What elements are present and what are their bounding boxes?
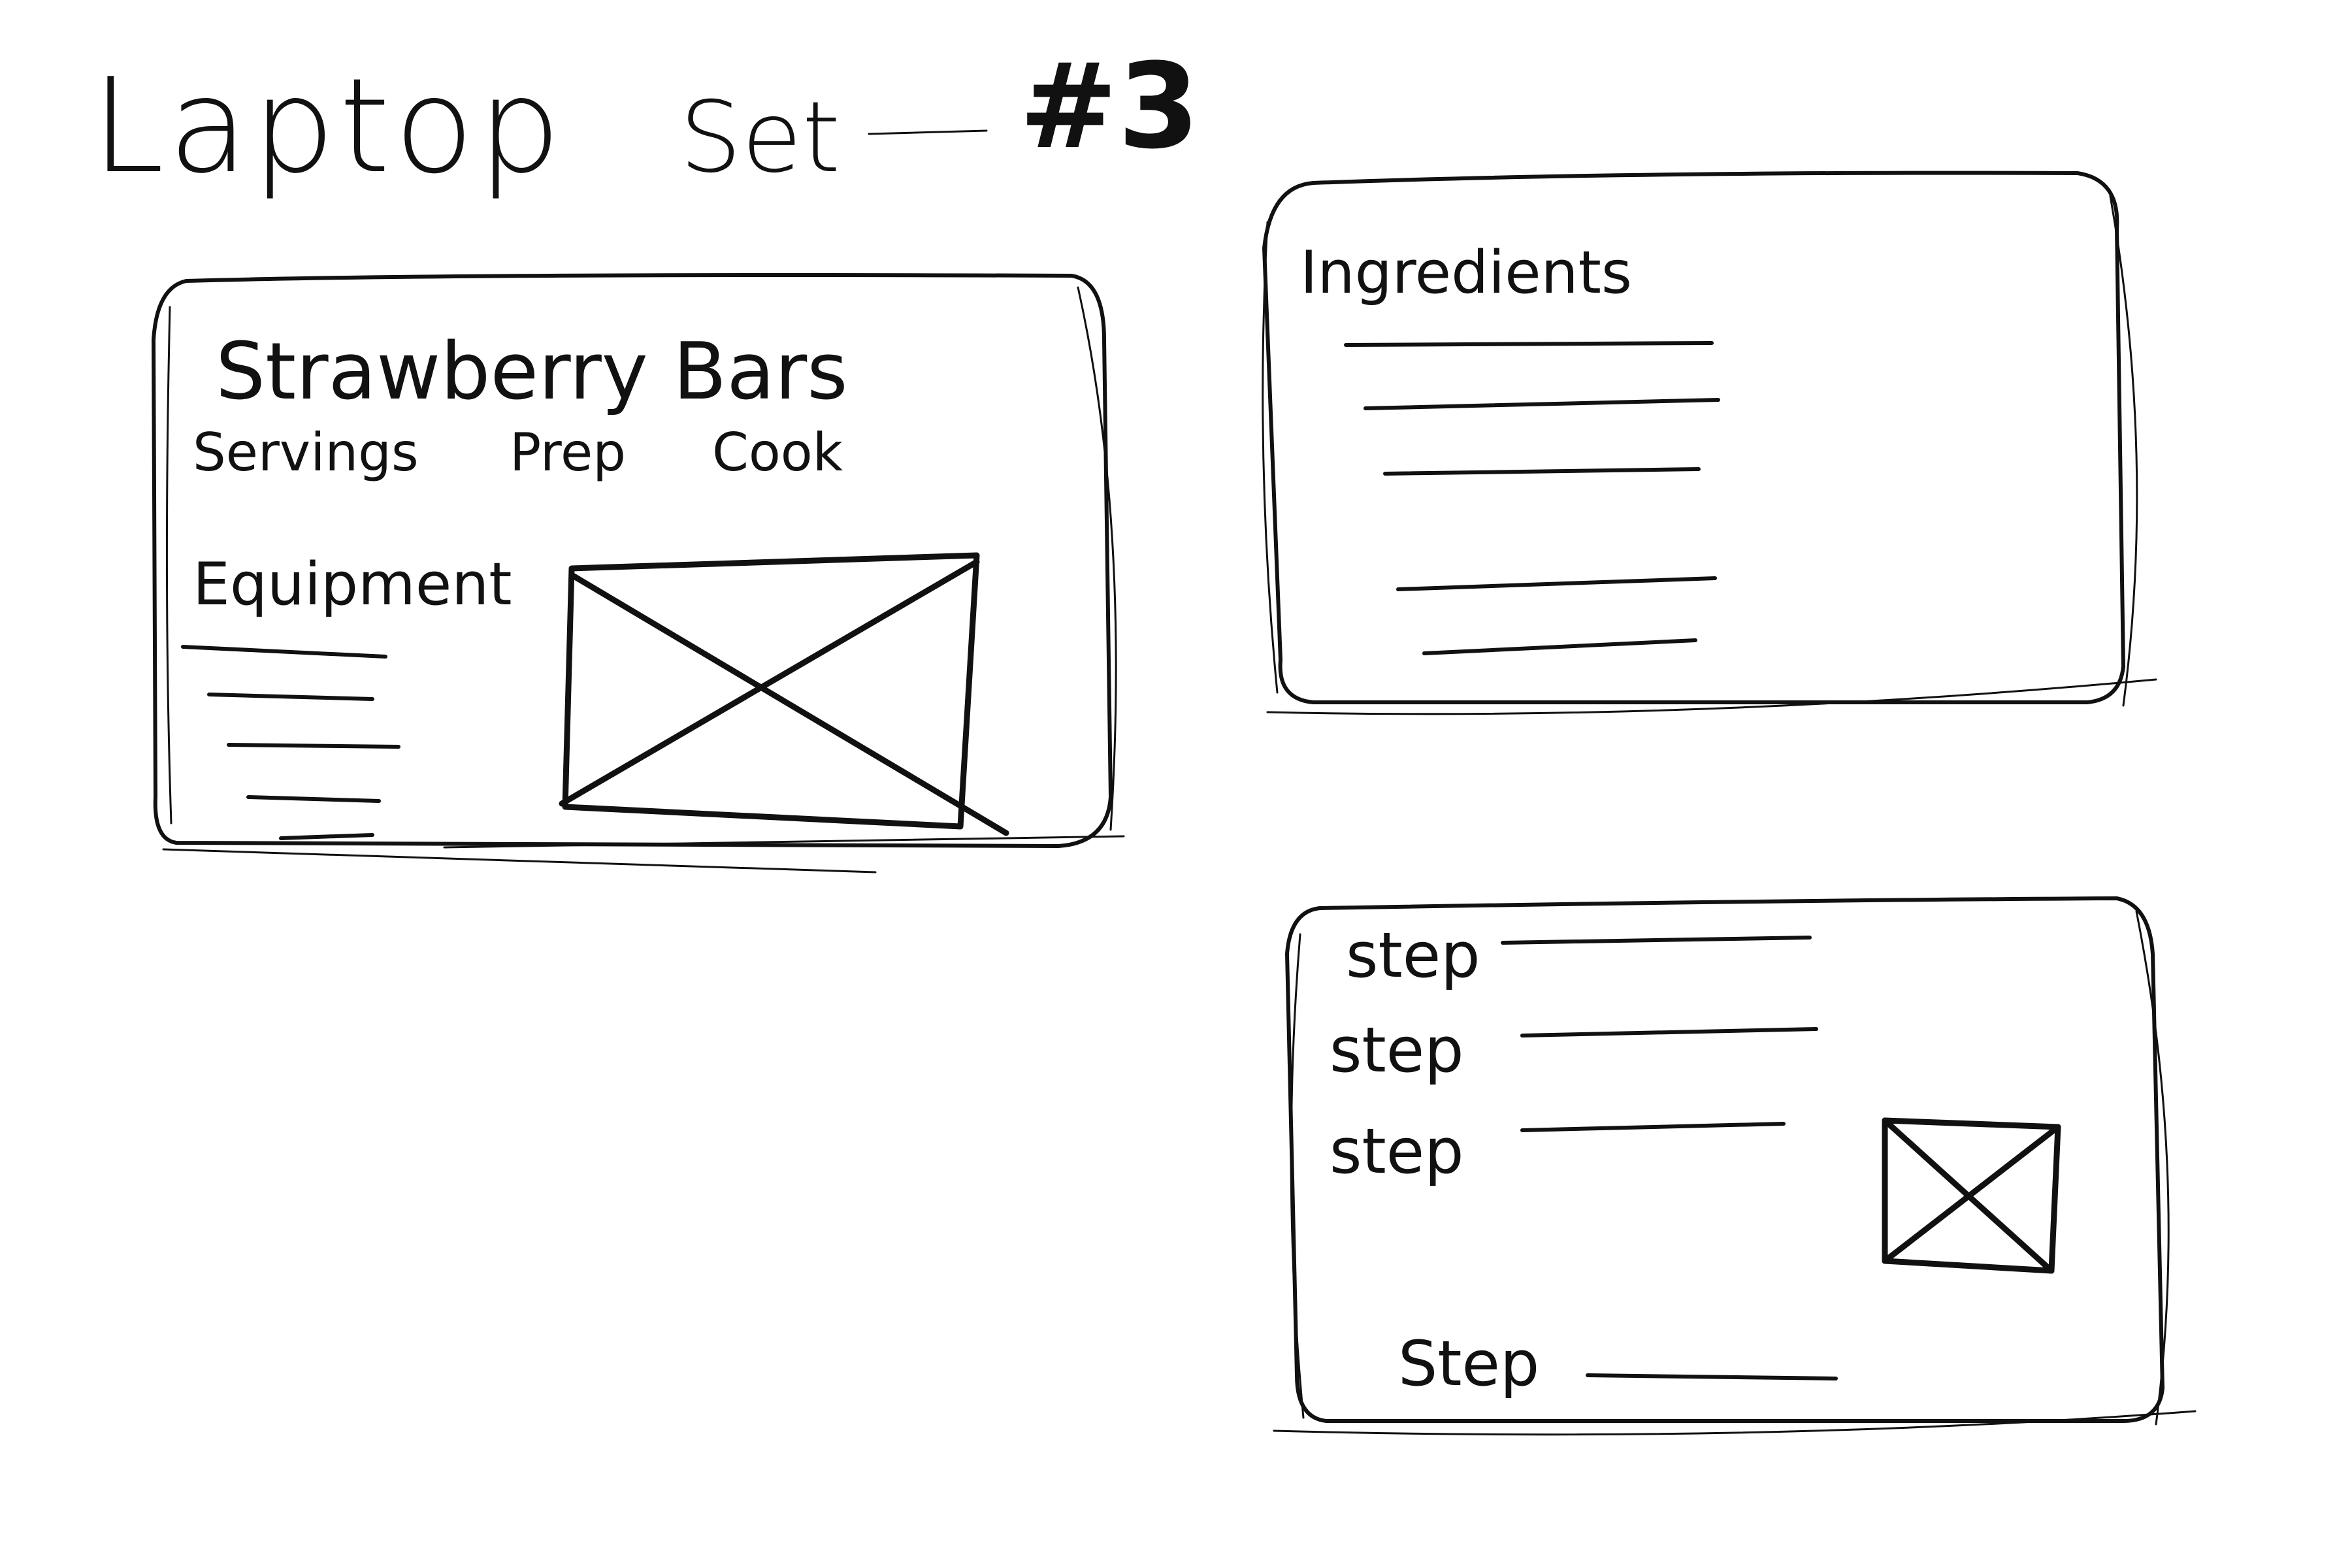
set-label: Set (679, 81, 840, 195)
recipe-card: Strawberry Bars Servings Prep Cook Equip… (152, 273, 1125, 874)
page-header: Laptop Set #3 (91, 39, 1200, 203)
equipment-underline (181, 645, 387, 659)
ingredient-item-line (1422, 638, 1697, 655)
step-row: step (1346, 920, 1812, 992)
step-label: step (1330, 1116, 1464, 1188)
step-label: step (1346, 920, 1480, 992)
step-text-line (1520, 1027, 1818, 1037)
equipment-item-line (207, 693, 374, 701)
prep-label[interactable]: Prep (510, 422, 626, 483)
ingredients-underline (1344, 341, 1714, 347)
equipment-item-line (227, 743, 400, 749)
set-strike-line (868, 129, 988, 135)
ingredients-heading: Ingredients (1300, 238, 1632, 307)
page-title: Laptop (91, 50, 565, 203)
ingredients-card: Ingredients (1262, 171, 2157, 715)
step-row: step (1330, 1015, 1818, 1086)
ingredient-item-line (1383, 467, 1701, 476)
servings-label[interactable]: Servings (193, 422, 419, 483)
step-text-line (1520, 1122, 1786, 1132)
equipment-heading: Equipment (193, 550, 512, 619)
step-image-placeholder (1882, 1117, 2061, 1274)
step-text-line (1501, 936, 1812, 945)
recipe-image-placeholder (559, 552, 1009, 836)
wireframe-sketch: Laptop Set #3 Strawberry Bars Servings P… (91, 39, 2197, 1436)
step-text-line (1586, 1373, 1838, 1380)
step-label: Step (1398, 1328, 1539, 1400)
image-cross (559, 559, 1009, 836)
set-number: #3 (1019, 39, 1200, 175)
step-row: step (1330, 1116, 1786, 1188)
cook-label[interactable]: Cook (712, 422, 843, 483)
step-label: step (1330, 1015, 1464, 1086)
steps-card: step step step Step (1273, 896, 2197, 1436)
equipment-item-line (279, 833, 374, 840)
step-image-cross (1882, 1117, 2061, 1274)
step-row: Step (1398, 1328, 1838, 1400)
equipment-item-line (246, 795, 381, 803)
ingredient-item-line (1364, 398, 1720, 410)
recipe-title: Strawberry Bars (216, 327, 848, 417)
ingredient-item-line (1396, 576, 1717, 591)
